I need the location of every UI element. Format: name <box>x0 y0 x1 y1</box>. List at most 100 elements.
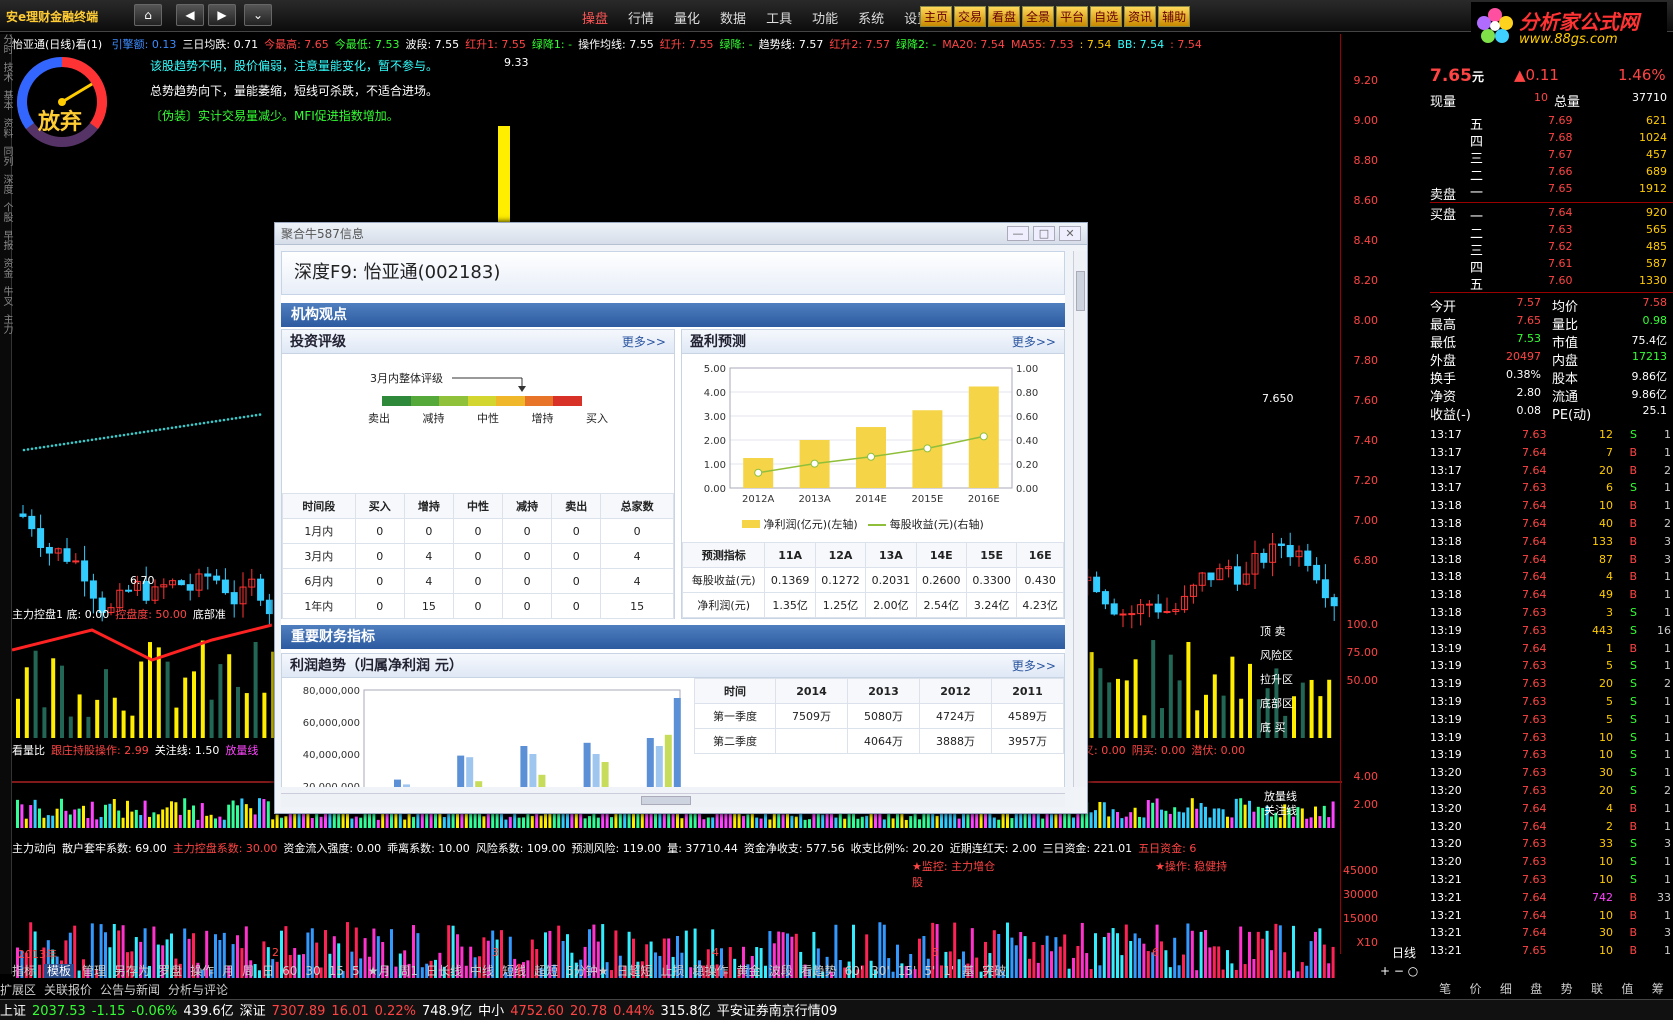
zoom-controls[interactable]: + − ○ <box>1380 964 1418 978</box>
period-tab[interactable]: 管理 <box>82 964 106 978</box>
quick-button[interactable]: 交易 <box>954 6 987 27</box>
rating-more-link[interactable]: 更多>> <box>622 330 666 354</box>
sell-level[interactable]: 五 7.69 621 <box>1430 114 1673 133</box>
period-tab[interactable]: 罗盘 <box>158 964 182 978</box>
extension-tab[interactable]: 公告与新闻 <box>100 983 160 997</box>
quote-tab[interactable]: 笔 <box>1439 980 1451 998</box>
vertical-tab[interactable]: 牛叉 <box>0 286 12 306</box>
forecast-more-link[interactable]: 更多>> <box>1012 330 1056 354</box>
period-tab[interactable]: 突破 <box>982 964 1006 978</box>
period-tab[interactable]: 周1 <box>398 964 418 978</box>
period-tab[interactable]: 日长线 <box>426 964 462 978</box>
period-tab[interactable]: 15 <box>329 964 344 978</box>
vertical-tab[interactable]: 基本 <box>0 90 12 110</box>
period-tab[interactable]: 60' <box>845 964 864 978</box>
buy-level[interactable]: 二 7.63 565 <box>1430 223 1673 242</box>
period-tab[interactable]: 止损 <box>661 964 685 978</box>
period-tab[interactable]: 另存为 <box>114 964 150 978</box>
quote-tab[interactable]: 势 <box>1561 980 1573 998</box>
menu-item[interactable]: 操盘 <box>572 8 618 27</box>
period-tab[interactable]: 基 <box>962 964 974 978</box>
extension-tab[interactable]: 关联报价 <box>44 983 92 997</box>
period-tab[interactable]: 60 <box>282 964 297 978</box>
vertical-tab[interactable]: 技术 <box>0 62 12 82</box>
period-tab[interactable]: 稳操作 <box>693 964 729 978</box>
period-tab[interactable]: 日超短 <box>617 964 653 978</box>
menu-item[interactable]: 数据 <box>710 8 756 27</box>
period-tab[interactable]: 短线 <box>502 964 526 978</box>
level-volume: 587 <box>1646 257 1667 270</box>
period-tab[interactable]: 30 <box>305 964 320 978</box>
quick-button[interactable]: 自选 <box>1090 6 1123 27</box>
period-tab[interactable]: 模板 <box>44 964 75 978</box>
menu-dropdown-button[interactable]: ⌄ <box>244 4 272 26</box>
menu-item[interactable]: 行情 <box>618 8 664 27</box>
quick-button[interactable]: 全景 <box>1022 6 1055 27</box>
vertical-tab[interactable]: 同列 <box>0 146 12 166</box>
close-button[interactable]: ✕ <box>1059 226 1081 241</box>
back-button[interactable]: ◀ <box>176 4 204 26</box>
buy-level[interactable]: 一 7.64 920 <box>1430 206 1673 225</box>
menu-item[interactable]: 功能 <box>802 8 848 27</box>
sell-level[interactable]: 三 7.67 457 <box>1430 148 1673 167</box>
sell-level[interactable]: 四 7.68 1024 <box>1430 131 1673 150</box>
period-tab[interactable]: 5' <box>924 964 935 978</box>
home-button[interactable]: ⌂ <box>134 4 162 26</box>
buy-level[interactable]: 三 7.62 485 <box>1430 240 1673 259</box>
menu-item[interactable]: 量化 <box>664 8 710 27</box>
period-tab[interactable]: 周 <box>242 964 254 978</box>
quick-button[interactable]: 主页 <box>920 6 953 27</box>
forward-button[interactable]: ▶ <box>208 4 236 26</box>
tick-side: S <box>1630 659 1637 673</box>
buy-level[interactable]: 四 7.61 587 <box>1430 257 1673 276</box>
vertical-tab[interactable]: 早报 <box>0 230 12 250</box>
quick-button[interactable]: 平台 <box>1056 6 1089 27</box>
indicator-value: 资金流入强度: 0.00 <box>283 842 382 855</box>
quick-button[interactable]: 辅助 <box>1158 6 1191 27</box>
quote-tab[interactable]: 值 <box>1621 980 1633 998</box>
period-tab[interactable]: 15' <box>898 964 917 978</box>
maximize-button[interactable]: □ <box>1033 226 1055 241</box>
period-tab[interactable]: ★月 <box>368 964 391 978</box>
quote-tab[interactable]: 细 <box>1500 980 1512 998</box>
period-tab[interactable]: 日 <box>262 964 274 978</box>
period-tab[interactable]: 5分钟★ <box>566 964 608 978</box>
period-tab[interactable]: 指标 <box>12 964 36 978</box>
sell-level[interactable]: 二 7.66 689 <box>1430 165 1673 184</box>
period-tab[interactable]: 操作 <box>190 964 214 978</box>
vertical-tab[interactable]: 资料 <box>0 118 12 138</box>
buy-level[interactable]: 五 7.60 1330 <box>1430 274 1673 293</box>
minimize-button[interactable]: — <box>1007 226 1029 241</box>
table-header: 增持 <box>403 493 454 519</box>
quick-button[interactable]: 看盘 <box>988 6 1021 27</box>
vertical-tab[interactable]: 主力 <box>0 314 12 334</box>
sell-level[interactable]: 一 7.65 1912 <box>1430 182 1673 201</box>
profit-more-link[interactable]: 更多>> <box>1012 654 1056 678</box>
zone-label: 拉升区 <box>1260 673 1293 686</box>
vertical-tab[interactable]: 个股 <box>0 202 12 222</box>
dialog-vertical-scrollbar[interactable] <box>1073 251 1087 787</box>
menu-item[interactable]: 工具 <box>756 8 802 27</box>
extension-tab[interactable]: 分析与评论 <box>168 983 228 997</box>
dialog-horizontal-scrollbar[interactable] <box>281 793 1065 807</box>
period-tab[interactable]: 30' <box>871 964 890 978</box>
period-tab[interactable]: 月 <box>222 964 234 978</box>
period-tab[interactable]: 波段 <box>769 964 793 978</box>
period-tab[interactable]: 中线 <box>470 964 494 978</box>
period-tab[interactable]: 5 <box>352 964 360 978</box>
quote-tab[interactable]: 联 <box>1591 980 1603 998</box>
period-tab[interactable]: 1' <box>943 964 954 978</box>
vertical-tab[interactable]: 分时 <box>0 34 12 54</box>
quote-tab[interactable]: 筹 <box>1652 980 1664 998</box>
vertical-tab[interactable]: 深度 <box>0 174 12 194</box>
period-tab[interactable]: 超短 <box>534 964 558 978</box>
extension-tab[interactable]: 扩展区 <box>0 983 36 997</box>
dialog-titlebar[interactable]: 聚合牛587信息 — □ ✕ <box>275 223 1087 245</box>
vertical-tab[interactable]: 资金 <box>0 258 12 278</box>
quote-tab[interactable]: 价 <box>1470 980 1482 998</box>
period-tab[interactable]: 黄金 <box>737 964 761 978</box>
quote-tab[interactable]: 盘 <box>1530 980 1542 998</box>
menu-item[interactable]: 系统 <box>848 8 894 27</box>
period-tab[interactable]: 看趋势 <box>801 964 837 978</box>
quick-button[interactable]: 资讯 <box>1124 6 1157 27</box>
